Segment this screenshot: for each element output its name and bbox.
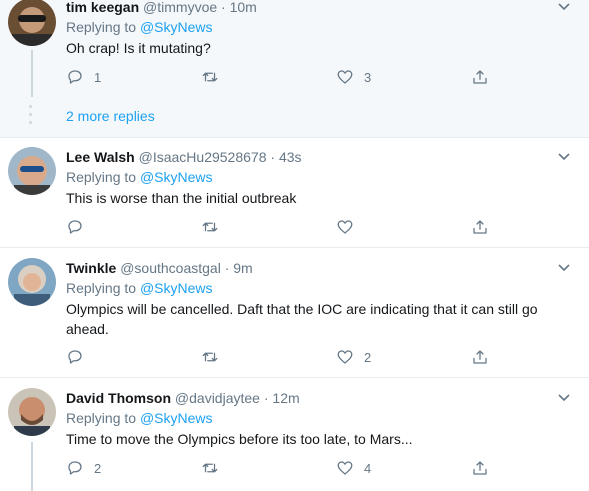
like-button[interactable]: 2 xyxy=(336,348,371,366)
like-count: 3 xyxy=(364,69,372,85)
reply-button[interactable]: 1 xyxy=(66,68,101,86)
mention-link[interactable]: @SkyNews xyxy=(140,19,213,35)
retweet-button[interactable] xyxy=(201,218,229,236)
tweet-text: This is worse than the initial outbreak xyxy=(66,190,297,206)
chevron-down-icon[interactable] xyxy=(557,150,571,164)
tweet-header: Twinkle @southcoastgal · 9m xyxy=(66,259,253,278)
heart-icon xyxy=(337,461,353,475)
share-icon xyxy=(473,461,487,475)
chevron-down-icon[interactable] xyxy=(557,261,571,275)
avatar[interactable] xyxy=(8,388,56,436)
tweet-text: Oh crap! Is it mutating? xyxy=(66,40,211,56)
heart-icon xyxy=(337,350,353,364)
replying-prefix: Replying to xyxy=(66,280,140,296)
share-button[interactable] xyxy=(471,348,489,366)
reply-icon xyxy=(68,220,82,234)
user-handle[interactable]: @timmyvoe xyxy=(143,0,217,15)
replying-prefix: Replying to xyxy=(66,169,140,185)
mention-link[interactable]: @SkyNews xyxy=(140,169,213,185)
heart-icon xyxy=(337,220,353,234)
timestamp[interactable]: 9m xyxy=(233,260,252,276)
tweet-david-thomson[interactable]: David Thomson @davidjaytee · 12m Replyin… xyxy=(0,378,589,491)
reply-icon xyxy=(68,70,82,84)
like-count: 2 xyxy=(364,349,372,365)
display-name[interactable]: Twinkle xyxy=(66,260,116,276)
separator: · xyxy=(221,0,226,15)
retweet-icon xyxy=(202,72,218,82)
reply-count: 1 xyxy=(94,69,102,85)
separator: · xyxy=(270,149,276,165)
tweet-twinkle[interactable]: Twinkle @southcoastgal · 9m Replying to … xyxy=(0,248,589,377)
thread-dots xyxy=(29,105,32,129)
tweet-tim-keegan[interactable]: tim keegan @timmyvoe · 10m Replying to @… xyxy=(0,0,589,97)
replying-to: Replying to @SkyNews xyxy=(66,279,213,298)
separator: · xyxy=(224,260,230,276)
tweet-text: Time to move the Olympics before its too… xyxy=(66,431,413,447)
share-icon xyxy=(473,220,487,234)
chevron-down-icon[interactable] xyxy=(557,0,571,14)
user-handle[interactable]: @davidjaytee xyxy=(175,390,260,406)
retweet-button[interactable] xyxy=(201,459,229,477)
mention-link[interactable]: @SkyNews xyxy=(140,410,213,426)
reply-count: 2 xyxy=(94,460,102,476)
reply-button[interactable] xyxy=(66,218,94,236)
reply-icon xyxy=(68,350,82,364)
replying-prefix: Replying to xyxy=(66,19,140,35)
display-name[interactable]: tim keegan xyxy=(66,0,139,15)
retweet-icon xyxy=(202,463,218,473)
avatar[interactable] xyxy=(8,147,56,195)
replying-to: Replying to @SkyNews xyxy=(66,18,213,37)
tweet-header: Lee Walsh @IsaacHu29528678 · 43s xyxy=(66,148,302,167)
timestamp[interactable]: 43s xyxy=(279,149,302,165)
more-replies-link[interactable]: 2 more replies xyxy=(66,108,155,124)
tweet-lee-walsh[interactable]: Lee Walsh @IsaacHu29528678 · 43s Replyin… xyxy=(0,138,589,247)
display-name[interactable]: David Thomson xyxy=(66,390,171,406)
avatar[interactable] xyxy=(8,258,56,306)
like-count: 4 xyxy=(364,460,372,476)
timestamp[interactable]: 12m xyxy=(272,390,299,406)
more-replies-row[interactable]: 2 more replies xyxy=(0,97,589,137)
thread-line xyxy=(31,50,33,97)
retweet-icon xyxy=(202,222,218,232)
display-name[interactable]: Lee Walsh xyxy=(66,149,135,165)
reply-button[interactable] xyxy=(66,348,94,366)
reply-button[interactable]: 2 xyxy=(66,459,101,477)
timestamp[interactable]: 10m xyxy=(230,0,257,15)
tweet-text: Olympics will be cancelled. Daft that th… xyxy=(66,301,538,337)
retweet-icon xyxy=(202,352,218,362)
share-icon xyxy=(473,350,487,364)
thread-line xyxy=(31,442,33,491)
like-button[interactable] xyxy=(336,218,364,236)
retweet-button[interactable] xyxy=(201,348,229,366)
replying-to: Replying to @SkyNews xyxy=(66,168,213,187)
share-icon xyxy=(473,70,487,84)
heart-icon xyxy=(337,70,353,84)
share-button[interactable] xyxy=(471,68,489,86)
reply-icon xyxy=(68,461,82,475)
replying-to: Replying to @SkyNews xyxy=(66,409,213,428)
user-handle[interactable]: @southcoastgal xyxy=(120,260,221,276)
mention-link[interactable]: @SkyNews xyxy=(140,280,213,296)
replying-prefix: Replying to xyxy=(66,410,140,426)
retweet-button[interactable] xyxy=(201,68,229,86)
like-button[interactable]: 4 xyxy=(336,459,371,477)
like-button[interactable]: 3 xyxy=(336,68,371,86)
chevron-down-icon[interactable] xyxy=(557,391,571,405)
share-button[interactable] xyxy=(471,459,489,477)
tweet-header: David Thomson @davidjaytee · 12m xyxy=(66,389,300,408)
avatar[interactable] xyxy=(8,0,56,46)
share-button[interactable] xyxy=(471,218,489,236)
tweet-header: tim keegan @timmyvoe · 10m xyxy=(66,0,257,17)
user-handle[interactable]: @IsaacHu29528678 xyxy=(139,149,267,165)
separator: · xyxy=(263,390,269,406)
